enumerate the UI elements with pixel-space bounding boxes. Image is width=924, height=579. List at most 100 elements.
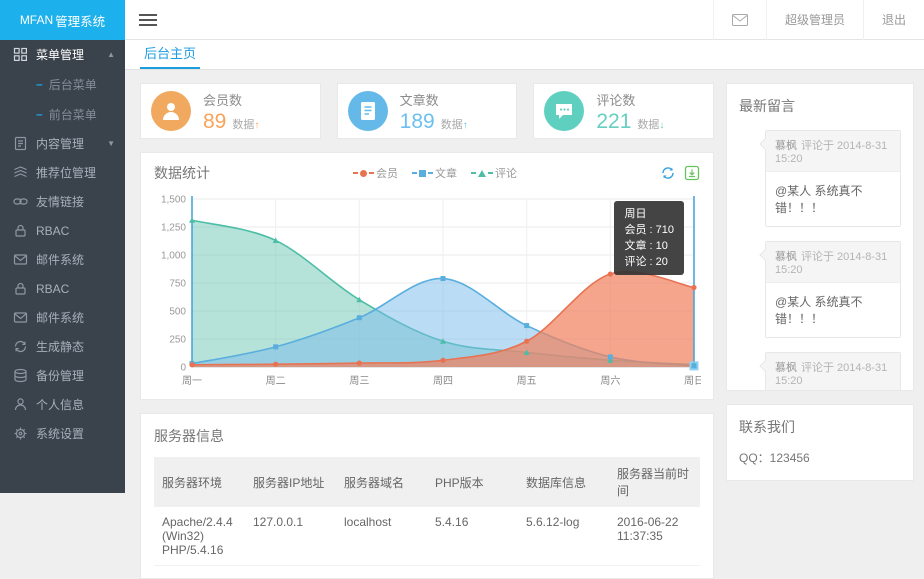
sidebar-subitem-0-0[interactable]: –后台菜单 (0, 69, 125, 99)
bubble-arrow-icon (759, 249, 770, 260)
message-item-1[interactable]: 慕枫评论于 2014-8-31 15:20@某人 系统真不错！！！ (765, 241, 901, 338)
stat-note: 数据 (637, 119, 659, 131)
server-cell: 2016-06-22 11:37:35 (609, 507, 700, 566)
stats-cards: 会员数89数据↑文章数189数据↑评论数221数据↓ (140, 83, 714, 139)
contact-title: 联系我们 (739, 417, 901, 437)
sidebar-item-label: 内容管理 (36, 135, 107, 152)
server-table-row: Apache/2.4.4 (Win32) PHP/5.4.16127.0.0.1… (154, 507, 700, 566)
server-col-header: PHP版本 (427, 457, 518, 507)
stat-card-2[interactable]: 评论数221数据↓ (533, 83, 714, 139)
sidebar-item-0[interactable]: 菜单管理▲ (0, 40, 125, 69)
sidebar-item-label: 友情链接 (36, 193, 115, 210)
chevron-icon: ▲ (107, 50, 115, 59)
bubble-arrow-icon (759, 138, 770, 149)
stat-card-0[interactable]: 会员数89数据↑ (140, 83, 321, 139)
dash-icon: – (36, 77, 43, 91)
contact-qq: QQ：123456 (739, 449, 901, 466)
legend-label: 会员 (376, 165, 398, 181)
server-cell: 127.0.0.1 (245, 507, 336, 566)
svg-text:750: 750 (169, 279, 186, 290)
sidebar-item-label: RBAC (36, 282, 115, 296)
server-info-panel: 服务器信息 服务器环境服务器IP地址服务器域名PHP版本数据库信息服务器当前时间… (140, 413, 714, 579)
sidebar-item-11[interactable]: 系统设置 (0, 419, 125, 448)
bubble-arrow-icon (759, 360, 770, 371)
brand-bold: MFAN (20, 13, 53, 27)
message-item-2[interactable]: 慕枫评论于 2014-8-31 15:20@某人 系统真不错！！！ (765, 352, 901, 391)
menu-toggle-icon[interactable] (139, 11, 157, 29)
tabstrip: 后台主页 (125, 40, 924, 70)
message-item-0[interactable]: 慕枫评论于 2014-8-31 15:20@某人 系统真不错！！！ (765, 130, 901, 227)
dash-icon: – (36, 107, 43, 121)
svg-text:500: 500 (169, 307, 186, 318)
sidebar-subitem-label: 前台菜单 (49, 106, 97, 123)
messages-panel: 最新留言 慕枫评论于 2014-8-31 15:20@某人 系统真不错！！！慕枫… (726, 83, 914, 391)
svg-text:周五: 周五 (517, 375, 537, 387)
sidebar-item-8[interactable]: 生成静态 (0, 332, 125, 361)
tooltip-title: 周日 (624, 206, 674, 222)
trend-arrow-icon: ↑ (463, 120, 468, 131)
svg-text:0: 0 (180, 363, 186, 374)
svg-text:周三: 周三 (349, 375, 369, 387)
envelope-icon (732, 14, 748, 26)
chart-tooltip: 周日会员 : 710文章 : 10评论 : 20 (614, 201, 684, 275)
current-user[interactable]: 超级管理员 (766, 0, 863, 40)
sidebar-item-9[interactable]: 备份管理 (0, 361, 125, 390)
sidebar-item-2[interactable]: 推荐位管理 (0, 158, 125, 187)
mail-icon (13, 310, 28, 325)
legend-item-文章[interactable]: 文章 (412, 165, 457, 181)
link-icon (13, 194, 28, 209)
chevron-icon: ▼ (107, 139, 115, 148)
grid-icon (13, 47, 28, 62)
brand-logo[interactable]: MFAN管理系统 (0, 0, 125, 40)
sidebar-item-label: 生成静态 (36, 338, 115, 355)
server-col-header: 数据库信息 (518, 457, 609, 507)
sidebar-item-5[interactable]: 邮件系统 (0, 245, 125, 274)
svg-text:周六: 周六 (600, 375, 620, 387)
sidebar-item-7[interactable]: 邮件系统 (0, 303, 125, 332)
server-cell: localhost (336, 507, 427, 566)
sidebar-item-1[interactable]: 内容管理▼ (0, 129, 125, 158)
chart-area[interactable]: 02505007501,0001,2501,500周一周二周三周四周五周六周日 … (154, 191, 700, 393)
person-icon (13, 397, 28, 412)
svg-text:1,500: 1,500 (161, 195, 186, 206)
server-cell: 5.4.16 (427, 507, 518, 566)
refresh-icon[interactable] (660, 165, 676, 181)
member-icon (151, 91, 191, 131)
save-image-icon[interactable] (684, 165, 700, 181)
svg-text:周四: 周四 (433, 375, 453, 387)
lock-icon (13, 223, 28, 238)
lock-icon (13, 281, 28, 296)
sidebar-item-3[interactable]: 友情链接 (0, 187, 125, 216)
sidebar-item-label: 菜单管理 (36, 46, 107, 63)
legend-item-会员[interactable]: 会员 (353, 165, 398, 181)
legend-marker-icon (478, 170, 486, 177)
stat-label: 评论数 (596, 90, 664, 109)
server-col-header: 服务器域名 (336, 457, 427, 507)
tab-home[interactable]: 后台主页 (140, 40, 200, 69)
logout-link[interactable]: 退出 (863, 0, 924, 40)
layers-icon (13, 165, 28, 180)
database-icon (13, 368, 28, 383)
mail-icon (13, 252, 28, 267)
stat-value: 189 (400, 110, 435, 133)
article-icon (348, 91, 388, 131)
sidebar-subitem-0-1[interactable]: –前台菜单 (0, 99, 125, 129)
svg-text:周日: 周日 (684, 375, 701, 387)
chart-legend: 会员文章评论 (210, 165, 660, 181)
comment-icon (544, 91, 584, 131)
tooltip-row: 评论 : 20 (624, 254, 674, 270)
sidebar-item-label: 个人信息 (36, 396, 115, 413)
sidebar-item-6[interactable]: RBAC (0, 274, 125, 303)
sidebar-item-label: 系统设置 (36, 425, 115, 442)
sidebar-item-4[interactable]: RBAC (0, 216, 125, 245)
stat-card-1[interactable]: 文章数189数据↑ (337, 83, 518, 139)
stat-value: 221 (596, 110, 631, 133)
server-info-title: 服务器信息 (154, 426, 700, 446)
svg-text:250: 250 (169, 335, 186, 346)
mail-icon[interactable] (713, 0, 766, 40)
server-col-header: 服务器IP地址 (245, 457, 336, 507)
sidebar-item-10[interactable]: 个人信息 (0, 390, 125, 419)
chart-title: 数据统计 (154, 163, 210, 183)
svg-text:周一: 周一 (182, 375, 202, 387)
legend-item-评论[interactable]: 评论 (471, 165, 517, 181)
